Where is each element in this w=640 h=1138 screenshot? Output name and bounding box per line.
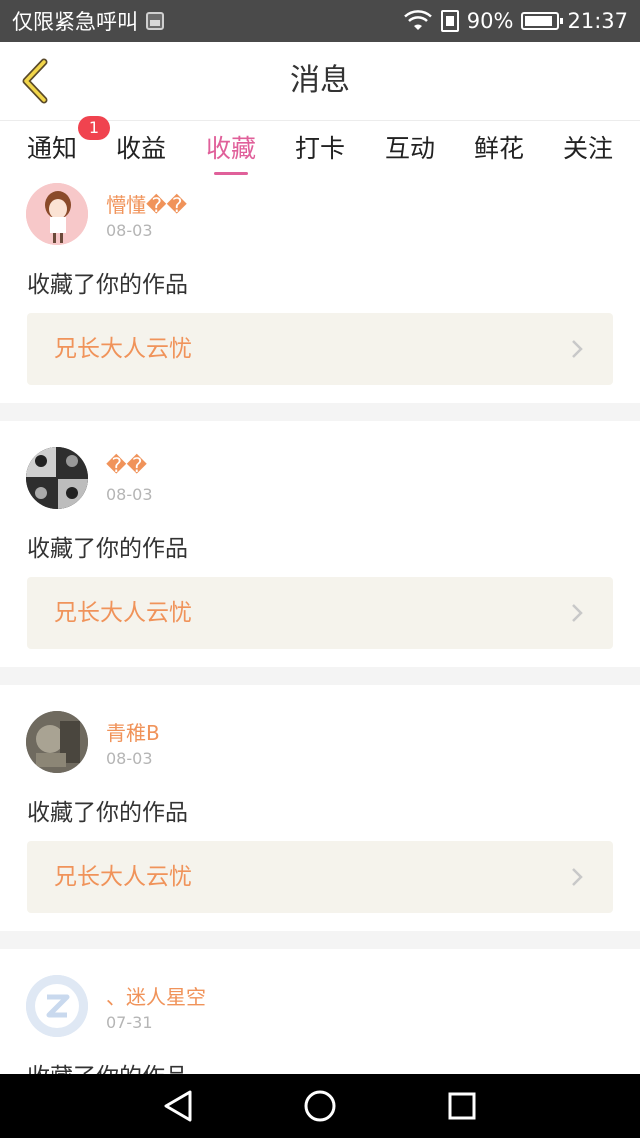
timestamp: 07-31 (106, 1013, 153, 1032)
avatar[interactable] (26, 183, 88, 245)
work-link[interactable]: 兄长大人云忧 (27, 577, 613, 649)
app-header: 消息 (0, 42, 640, 121)
message-list[interactable]: 懵懂�� 08-03 收藏了你的作品 兄长大人云忧 �� 08-03 收藏了你的… (0, 179, 640, 1074)
action-text: 收藏了你的作品 (27, 800, 188, 826)
triangle-back-icon (164, 1090, 192, 1122)
avatar-image (26, 183, 88, 245)
tab-label: 打卡 (294, 134, 345, 163)
notification-badge: 1 (78, 116, 110, 140)
nav-recent-button[interactable] (442, 1086, 482, 1126)
square-recent-icon (448, 1092, 476, 1120)
status-bar: 仅限紧急呼叫 90% 21:37 (0, 0, 640, 42)
timestamp: 08-03 (106, 749, 153, 768)
username[interactable]: 、迷人星空 (106, 981, 206, 1010)
avatar-image (26, 711, 88, 773)
list-item: 青稚B 08-03 收藏了你的作品 兄长大人云忧 (0, 685, 640, 931)
tab-label: 收益 (115, 134, 166, 163)
tab-label: 关注 (562, 134, 613, 163)
nav-back-button[interactable] (158, 1086, 198, 1126)
system-nav-bar (0, 1074, 640, 1138)
chevron-right-icon (572, 340, 583, 358)
carrier-text: 仅限紧急呼叫 (12, 10, 138, 34)
battery-icon (521, 12, 564, 30)
username[interactable]: 青稚B (106, 717, 160, 746)
work-title: 兄长大人云忧 (54, 600, 192, 626)
action-text: 收藏了你的作品 (27, 536, 188, 562)
tab-earnings[interactable]: 收益 (111, 121, 171, 179)
status-right: 90% 21:37 (403, 0, 628, 42)
image-notification-icon (146, 12, 164, 30)
list-item: �� 08-03 收藏了你的作品 兄长大人云忧 (0, 421, 640, 667)
tab-checkin[interactable]: 打卡 (290, 121, 350, 179)
work-title: 兄长大人云忧 (54, 864, 192, 890)
battery-fill (525, 16, 553, 26)
nav-home-button[interactable] (300, 1086, 340, 1126)
action-text: 收藏了你的作品 (27, 1057, 188, 1074)
page-title: 消息 (290, 63, 350, 98)
username[interactable]: �� (106, 453, 147, 477)
tab-flowers[interactable]: 鲜花 (469, 121, 529, 179)
chevron-right-icon (572, 868, 583, 886)
tab-bar: 通知 1 收益 收藏 打卡 互动 鲜花 关注 (0, 116, 640, 179)
list-item: 懵懂�� 08-03 收藏了你的作品 兄长大人云忧 (0, 179, 640, 403)
tab-interaction[interactable]: 互动 (380, 121, 440, 179)
sim-icon (440, 10, 459, 32)
battery-percent: 90% (466, 9, 514, 33)
avatar[interactable] (26, 711, 88, 773)
avatar-image (26, 447, 88, 509)
tab-label: 互动 (384, 134, 435, 163)
tab-label: 鲜花 (473, 134, 524, 163)
avatar[interactable] (26, 975, 88, 1037)
timestamp: 08-03 (106, 485, 153, 504)
work-title: 兄长大人云忧 (54, 336, 192, 362)
status-left: 仅限紧急呼叫 (12, 0, 164, 42)
default-avatar-icon (26, 975, 88, 1037)
chevron-right-icon (572, 604, 583, 622)
username[interactable]: 懵懂�� (106, 189, 187, 218)
tab-favorites[interactable]: 收藏 (201, 121, 261, 179)
avatar[interactable] (26, 447, 88, 509)
work-link[interactable]: 兄长大人云忧 (27, 841, 613, 913)
wifi-icon (403, 10, 432, 30)
screen: 仅限紧急呼叫 90% 21:37 消息 通知 1 收益 收藏 打卡 互动 鲜花 … (0, 0, 640, 1138)
list-item: 、迷人星空 07-31 收藏了你的作品 (0, 949, 640, 1074)
circle-home-icon (304, 1090, 336, 1122)
work-link[interactable]: 兄长大人云忧 (27, 313, 613, 385)
action-text: 收藏了你的作品 (27, 272, 188, 298)
timestamp: 08-03 (106, 221, 153, 240)
tab-label: 通知 (26, 134, 77, 163)
tab-notice[interactable]: 通知 1 (22, 116, 110, 179)
tab-label: 收藏 (205, 134, 256, 163)
tab-follow[interactable]: 关注 (558, 121, 618, 179)
clock: 21:37 (567, 9, 628, 33)
active-tab-indicator (214, 172, 248, 175)
